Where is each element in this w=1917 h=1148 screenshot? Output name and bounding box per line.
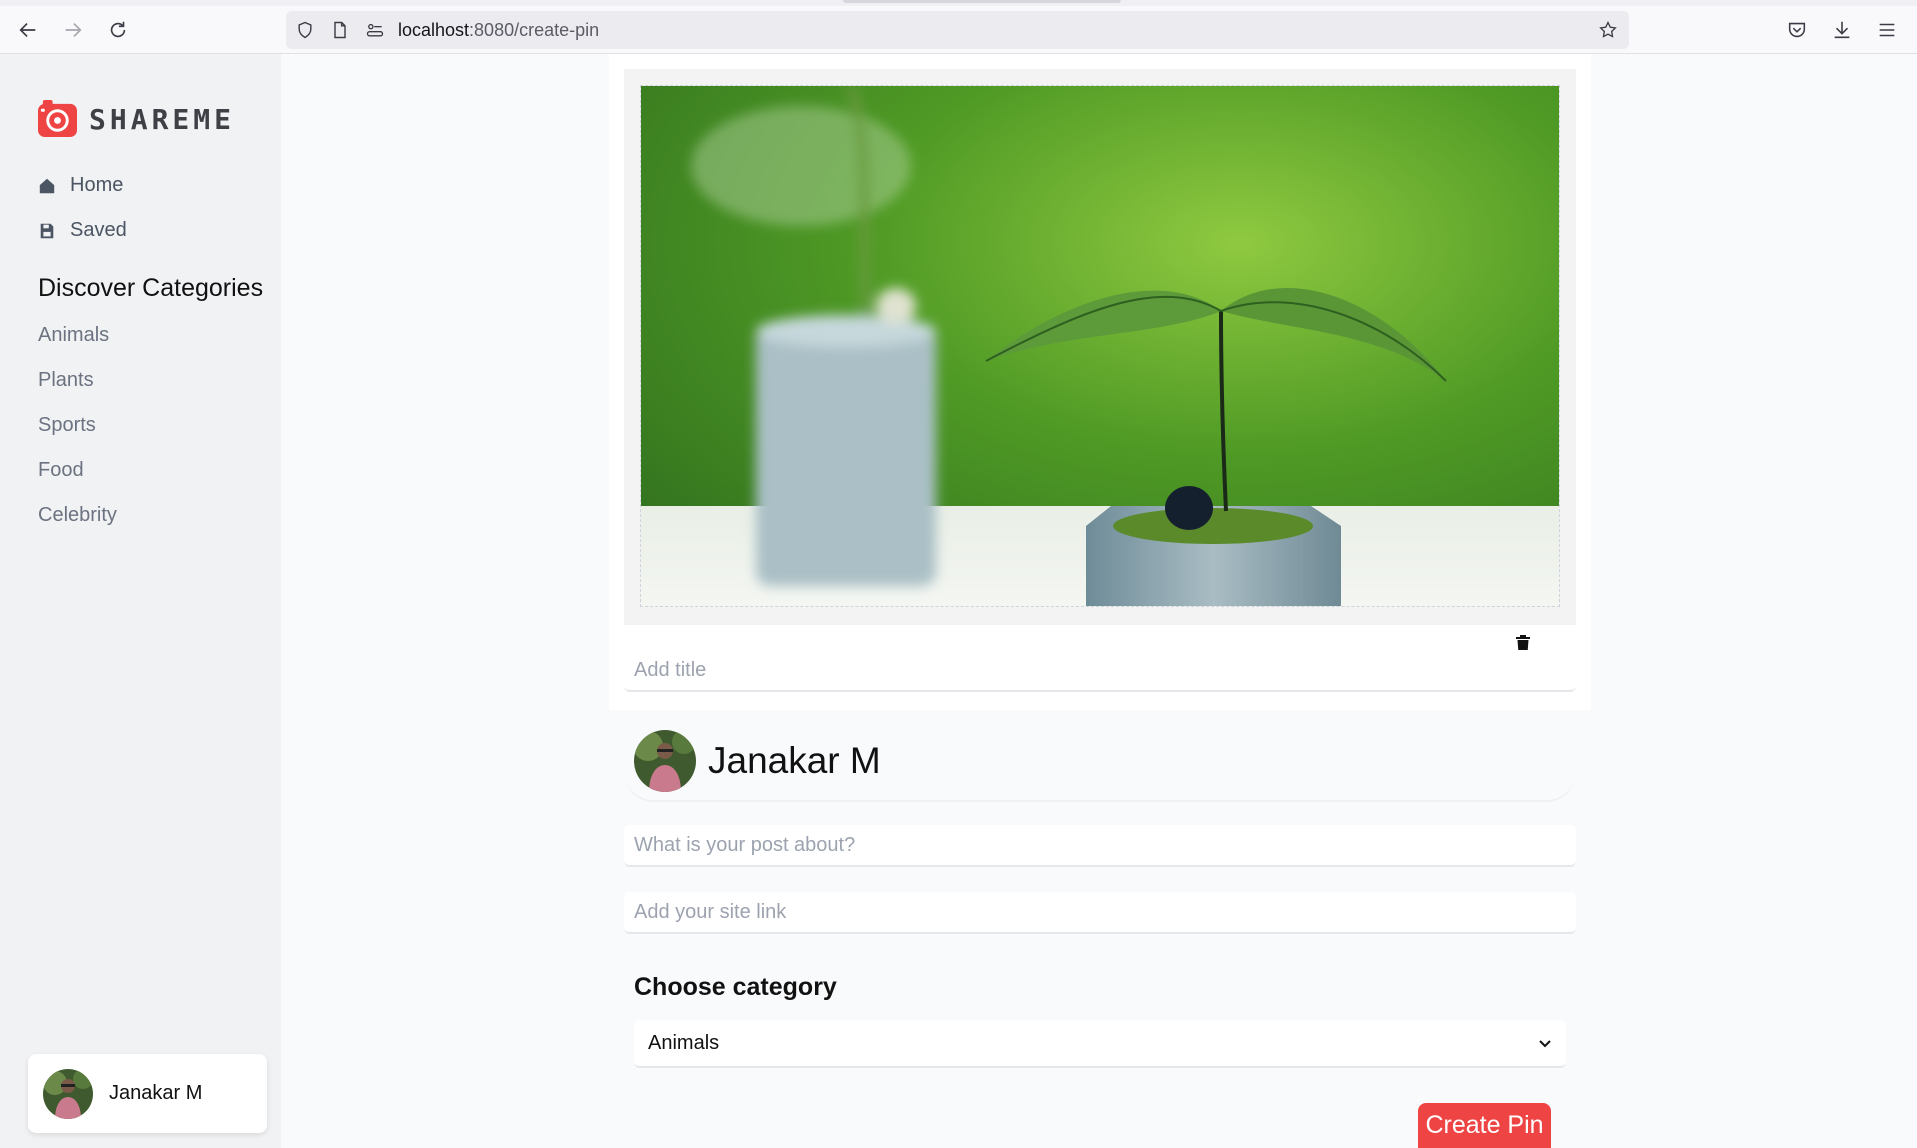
- camera-icon: [38, 100, 77, 138]
- create-pin-button[interactable]: Create Pin: [1418, 1103, 1551, 1148]
- uploaded-image: [640, 85, 1560, 607]
- save-icon: [40, 223, 54, 238]
- user-profile-card[interactable]: Janakar M: [28, 1054, 267, 1133]
- forward-icon[interactable]: [57, 14, 89, 46]
- page-icon[interactable]: [329, 19, 351, 41]
- permissions-icon[interactable]: [364, 19, 386, 41]
- sidebar-item-label: Home: [70, 174, 124, 196]
- home-icon: [39, 178, 55, 193]
- categories-heading: Discover Categories: [38, 274, 264, 302]
- url-host: localhost: [398, 20, 470, 40]
- pocket-icon[interactable]: [1781, 14, 1813, 46]
- category-select-value: Animals: [648, 1031, 720, 1054]
- url-path: :8080/create-pin: [469, 20, 600, 40]
- back-icon[interactable]: [12, 14, 44, 46]
- avatar: [43, 1068, 93, 1119]
- tab-grip: [843, 0, 1121, 3]
- category-plants[interactable]: Plants: [38, 369, 94, 392]
- category-label: Choose category: [634, 973, 837, 1001]
- category-celebrity[interactable]: Celebrity: [38, 504, 117, 527]
- category-sports[interactable]: Sports: [38, 414, 96, 437]
- address-bar[interactable]: localhost:8080/create-pin: [286, 11, 1629, 49]
- sidebar: SHAREME Home Saved Discover Categories A…: [0, 54, 281, 1148]
- sidebar-item-home[interactable]: Home: [38, 174, 123, 197]
- chevron-down-icon: [1539, 1040, 1551, 1048]
- sidebar-item-label: Saved: [70, 219, 127, 241]
- author-row: Janakar M: [624, 722, 1576, 802]
- image-upload-area: [624, 69, 1576, 653]
- brand-name: SHAREME: [89, 103, 236, 136]
- shield-icon[interactable]: [294, 19, 316, 41]
- download-icon[interactable]: [1826, 14, 1858, 46]
- menu-icon[interactable]: [1871, 14, 1903, 46]
- category-food[interactable]: Food: [38, 459, 84, 482]
- browser-toolbar: localhost:8080/create-pin: [0, 6, 1917, 54]
- category-animals[interactable]: Animals: [38, 324, 109, 347]
- site-link-input[interactable]: Add your site link: [624, 892, 1576, 934]
- user-name: Janakar M: [109, 1082, 203, 1104]
- brand-link[interactable]: SHAREME: [38, 100, 235, 139]
- url-text[interactable]: localhost:8080/create-pin: [398, 20, 599, 41]
- star-icon[interactable]: [1597, 19, 1619, 41]
- author-name: Janakar M: [708, 740, 881, 781]
- category-select[interactable]: Animals: [634, 1020, 1566, 1068]
- sidebar-item-saved[interactable]: Saved: [38, 219, 127, 242]
- reload-icon[interactable]: [102, 14, 134, 46]
- about-input[interactable]: What is your post about?: [624, 825, 1576, 867]
- avatar: [634, 730, 696, 792]
- title-input[interactable]: Add title: [624, 650, 1576, 692]
